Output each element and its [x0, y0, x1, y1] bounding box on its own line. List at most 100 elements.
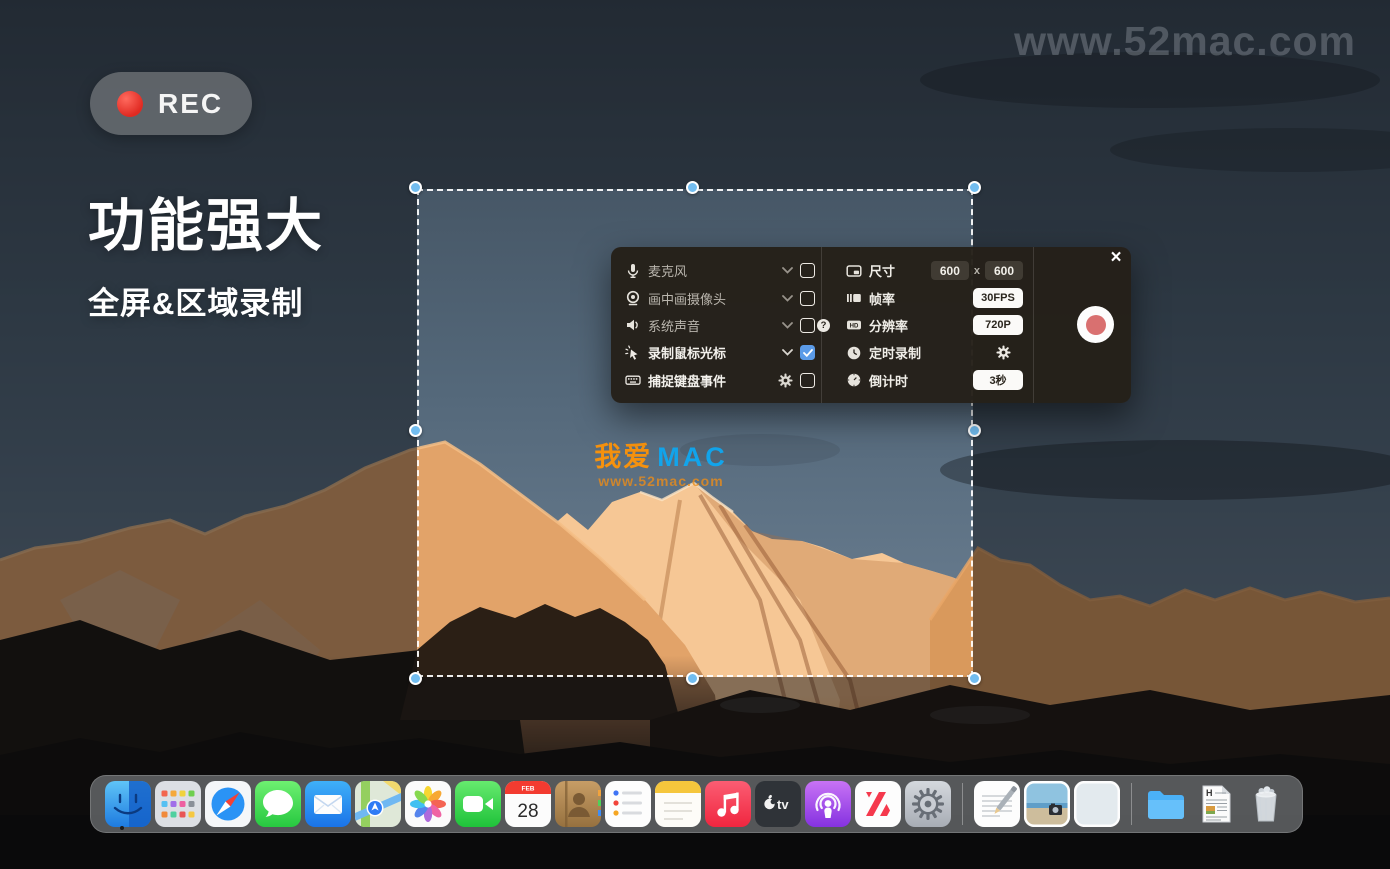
launchpad-icon[interactable]	[155, 781, 201, 827]
gear-icon[interactable]	[996, 345, 1011, 360]
height-input[interactable]: 600	[985, 261, 1023, 280]
width-input[interactable]: 600	[931, 261, 969, 280]
dock-divider	[962, 783, 963, 825]
resize-handle-top-mid[interactable]	[686, 181, 699, 194]
gear-icon[interactable]	[778, 373, 793, 388]
photos-icon[interactable]	[405, 781, 451, 827]
record-dot-icon	[1086, 315, 1106, 335]
recording-dot-icon	[117, 91, 143, 117]
start-record-button[interactable]	[1077, 306, 1114, 343]
news-icon[interactable]	[855, 781, 901, 827]
resolution-hd-icon: HD	[846, 317, 862, 333]
calendar-icon[interactable]: FEB 28	[505, 781, 551, 827]
music-icon[interactable]	[705, 781, 751, 827]
size-icon	[846, 263, 862, 279]
trash-icon[interactable]	[1243, 781, 1289, 827]
recorder-settings-panel: 麦克风 画中画摄像头 系统声音 ?	[611, 247, 1131, 403]
mouse-cursor-checkbox[interactable]	[800, 345, 815, 360]
rec-label: REC	[158, 88, 223, 120]
svg-text:HD: HD	[850, 324, 859, 330]
keyboard-events-row: 捕捉键盘事件	[625, 367, 815, 394]
promo-headline: 功能强大 全屏&区域录制	[88, 180, 324, 323]
center-watermark: 我爱MAC www.52mac.com	[566, 443, 756, 489]
chevron-down-icon[interactable]	[782, 267, 793, 274]
system-preferences-icon[interactable]	[905, 781, 951, 827]
maps-icon[interactable]	[355, 781, 401, 827]
textedit-icon[interactable]	[974, 781, 1020, 827]
microphone-icon	[625, 263, 641, 279]
countdown-timer-icon	[846, 372, 862, 388]
resolution-label: 分辨率	[869, 316, 966, 335]
pip-camera-checkbox[interactable]	[800, 291, 815, 306]
countdown-row: 倒计时 3秒	[846, 367, 1023, 394]
mail-icon[interactable]	[305, 781, 351, 827]
document-icon[interactable]: H	[1193, 781, 1239, 827]
framerate-row: 帧率 30FPS	[846, 284, 1023, 311]
safari-icon[interactable]	[205, 781, 251, 827]
svg-text:H: H	[1206, 788, 1213, 798]
messages-icon[interactable]	[255, 781, 301, 827]
system-sound-checkbox[interactable]	[800, 318, 815, 333]
countdown-label: 倒计时	[869, 371, 966, 390]
svg-text:tv: tv	[777, 797, 789, 812]
schedule-row: 定时录制	[846, 339, 1023, 366]
finder-icon[interactable]	[105, 781, 151, 827]
watermark-url: www.52mac.com	[566, 474, 756, 489]
size-label: 尺寸	[869, 261, 924, 280]
rec-badge: REC	[90, 72, 252, 135]
help-icon[interactable]: ?	[817, 319, 830, 332]
macos-dock: FEB 28 tv	[90, 775, 1303, 833]
framerate-label: 帧率	[869, 289, 966, 308]
blank-app-icon[interactable]	[1074, 781, 1120, 827]
resize-handle-bottom-left[interactable]	[409, 672, 422, 685]
resize-handle-top-left[interactable]	[409, 181, 422, 194]
keyboard-events-checkbox[interactable]	[800, 373, 815, 388]
podcasts-icon[interactable]	[805, 781, 851, 827]
reminders-icon[interactable]	[605, 781, 651, 827]
resize-handle-bottom-mid[interactable]	[686, 672, 699, 685]
chevron-down-icon[interactable]	[782, 322, 793, 329]
facetime-icon[interactable]	[455, 781, 501, 827]
framerate-icon	[846, 290, 862, 306]
contacts-icon[interactable]	[555, 781, 601, 827]
headline-subtitle: 全屏&区域录制	[88, 278, 324, 323]
microphone-checkbox[interactable]	[800, 263, 815, 278]
dock-divider	[1131, 783, 1132, 825]
headline-title: 功能强大	[88, 180, 324, 262]
speaker-icon	[625, 317, 641, 333]
folder-icon[interactable]	[1143, 781, 1189, 827]
chevron-down-icon[interactable]	[782, 349, 793, 356]
resize-handle-mid-right[interactable]	[968, 424, 981, 437]
keyboard-events-label: 捕捉键盘事件	[648, 371, 771, 390]
microphone-label: 麦克风	[648, 261, 775, 280]
site-watermark: www.52mac.com	[1014, 18, 1356, 65]
webcam-icon	[625, 290, 641, 306]
notes-icon[interactable]	[655, 781, 701, 827]
countdown-select[interactable]: 3秒	[973, 370, 1023, 390]
framerate-select[interactable]: 30FPS	[973, 288, 1023, 308]
preview-photo-icon[interactable]	[1024, 781, 1070, 827]
schedule-label: 定时录制	[869, 343, 989, 362]
resize-handle-top-right[interactable]	[968, 181, 981, 194]
watermark-mac: MAC	[657, 442, 728, 472]
resize-handle-bottom-right[interactable]	[968, 672, 981, 685]
system-sound-label: 系统声音	[648, 316, 775, 335]
size-row: 尺寸 600 x 600	[846, 257, 1023, 284]
resolution-select[interactable]: 720P	[973, 315, 1023, 335]
resize-handle-mid-left[interactable]	[409, 424, 422, 437]
pip-camera-row: 画中画摄像头	[625, 284, 815, 311]
keyboard-icon	[625, 372, 641, 388]
cursor-icon	[625, 345, 641, 361]
system-sound-row: 系统声音 ?	[625, 312, 815, 339]
microphone-row: 麦克风	[625, 257, 815, 284]
appletv-icon[interactable]: tv	[755, 781, 801, 827]
close-icon[interactable]: ×	[1106, 248, 1126, 268]
mouse-cursor-row: 录制鼠标光标	[625, 339, 815, 366]
mouse-cursor-label: 录制鼠标光标	[648, 343, 775, 362]
svg-text:FEB: FEB	[521, 786, 534, 793]
svg-text:28: 28	[517, 801, 538, 822]
chevron-down-icon[interactable]	[782, 295, 793, 302]
size-separator: x	[974, 265, 980, 277]
resolution-row: HD 分辨率 720P	[846, 312, 1023, 339]
watermark-cn: 我爱	[594, 442, 652, 472]
